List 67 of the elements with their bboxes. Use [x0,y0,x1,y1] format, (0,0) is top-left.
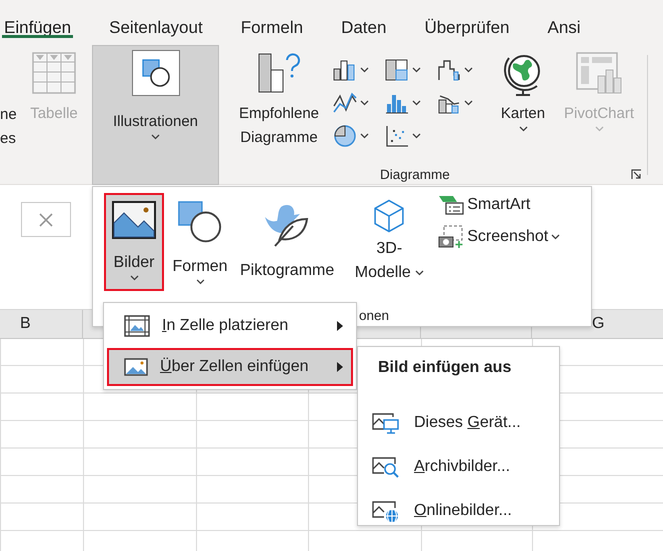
caret-icon [464,67,473,73]
pictures-button[interactable]: Bilder [104,193,164,291]
caret-icon [518,126,528,132]
group-label: onen [359,308,390,323]
ribbon-tab[interactable]: Ansi [548,0,581,45]
screenshot-button[interactable]: Screenshot [438,223,560,251]
image-icon [124,358,148,376]
ribbon-button-label: ne [0,105,18,125]
column-chart-icon [333,59,357,81]
caret-icon [412,67,421,73]
menu-item[interactable]: Über Zellen einfügen [107,348,353,386]
smartart-icon [438,195,464,215]
shapes-button[interactable]: Formen [168,193,232,291]
chart-question-icon [257,52,301,94]
ribbon-tab[interactable]: Einfügen [4,0,72,45]
waterfall-chart-icon [437,59,461,81]
ribbon-button-label: es [0,129,17,149]
menu-item[interactable]: Dieses Gerät... [358,401,521,445]
ribbon-tab[interactable]: Formeln [240,0,304,45]
dialog-launcher-icon[interactable] [631,169,642,180]
caret-icon [412,133,421,139]
maps-button[interactable]: Karten [495,45,551,132]
image-in-cell-icon [124,315,150,337]
scatter-chart-icon [385,125,409,147]
pie-chart-icon [333,124,357,148]
submenu-arrow-icon [337,321,343,331]
models-button[interactable]: 3D-Modelle [346,193,432,291]
ribbon-tab[interactable]: Seitenlayout [109,0,203,45]
caret-icon [464,100,473,106]
submenu-arrow-icon [337,362,343,372]
caret-icon [151,134,160,140]
image-from-monitor-icon [372,411,400,435]
line-chart-icon [333,92,357,114]
ribbon-tab[interactable]: Daten [341,0,386,45]
caret-icon [196,279,204,285]
menu-item[interactable]: In Zelle platzieren [107,306,353,346]
menu-header: Bild einfügen aus [377,359,512,378]
image-icon [112,201,156,239]
illustrations-button[interactable]: Illustrationen [92,45,219,185]
caret-icon [551,234,560,240]
caret-icon [360,67,369,73]
screenshot-icon [438,225,464,249]
recommended-charts-button[interactable]: Empfohlene Diagramme [231,45,327,150]
ribbon-tab[interactable]: Überprüfen [424,0,510,45]
pivot-chart-icon [576,52,622,94]
caret-icon [412,100,421,106]
column-header[interactable]: B [20,315,31,332]
table-icon [32,52,76,94]
caret-icon [414,270,424,276]
illustrations-icon [132,50,180,96]
treemap-icon [385,59,409,81]
shapes-icon [177,201,223,244]
group-label: Diagramme [380,167,450,182]
menu-item[interactable]: Archivbilder... [358,445,510,489]
caret-icon [360,100,369,106]
icons-button[interactable]: Piktogramme [236,193,338,291]
caret-icon [130,275,138,281]
smartart-button[interactable]: SmartArt [438,193,560,217]
column-header[interactable]: G [592,315,604,332]
image-search-icon [372,455,400,479]
close-icon [39,212,53,226]
caret-icon [360,133,369,139]
image-globe-icon [372,499,400,523]
menu-item[interactable]: Onlinebilder... [358,489,512,533]
caret-icon [594,126,604,132]
histogram-icon [385,92,409,114]
globe-icon [503,52,543,96]
